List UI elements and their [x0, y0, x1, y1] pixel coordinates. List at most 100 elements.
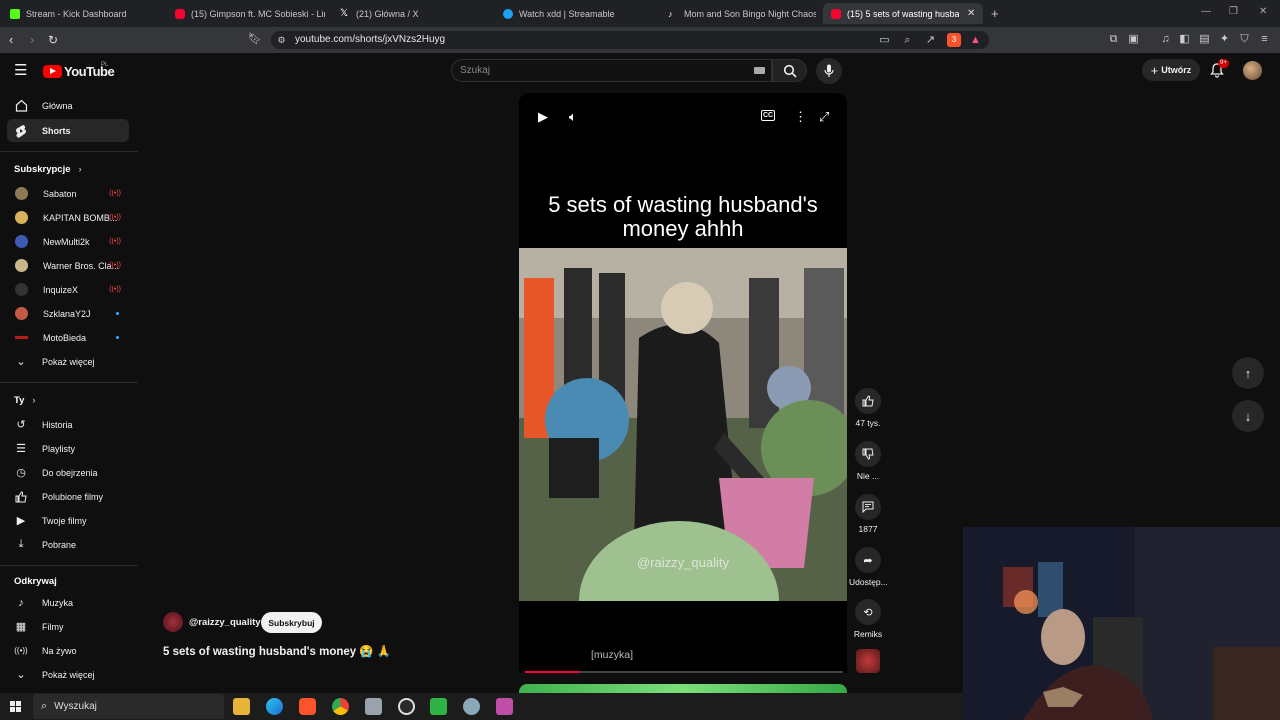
- sidebar-item-watch-later[interactable]: ◷ Do obejrzenia: [7, 461, 129, 484]
- search-input[interactable]: [460, 65, 740, 76]
- sidebar-item-subscription[interactable]: MotoBieda: [7, 326, 129, 349]
- file-explorer-icon[interactable]: [233, 698, 250, 715]
- previous-short-button[interactable]: ↑: [1232, 357, 1264, 389]
- app-icon[interactable]: [365, 698, 382, 715]
- rewards-icon[interactable]: ▲: [969, 34, 982, 47]
- volume-icon[interactable]: 🔈︎: [569, 109, 577, 125]
- subscribe-button[interactable]: Subskrybuj: [261, 612, 322, 633]
- voice-search-button[interactable]: [816, 58, 842, 84]
- share-page-icon[interactable]: ↗: [924, 34, 937, 47]
- tab-search-icon[interactable]: ▣: [1127, 33, 1140, 46]
- site-info-icon[interactable]: ⚙: [275, 34, 288, 47]
- progress-bar[interactable]: [525, 671, 843, 673]
- back-icon[interactable]: ‹: [9, 32, 13, 48]
- browser-tab[interactable]: (15) Gimpson ft. MC Sobieski - Liryc...: [175, 3, 325, 24]
- sidebar-show-more[interactable]: ⌄ Pokaż więcej: [7, 350, 129, 373]
- sidebar-item-downloads[interactable]: ⤓ Pobrane: [7, 533, 129, 556]
- menu-icon[interactable]: ≡: [1258, 33, 1271, 46]
- account-avatar[interactable]: [1243, 61, 1262, 80]
- app-icon[interactable]: [496, 698, 513, 715]
- restore-icon[interactable]: ❐: [1229, 6, 1238, 17]
- close-tab-icon[interactable]: ✕: [967, 8, 975, 19]
- share-button[interactable]: ➦ Udostęp...: [849, 547, 888, 587]
- extensions-icon[interactable]: ⧉: [1107, 33, 1120, 46]
- fullscreen-icon[interactable]: ⤢: [819, 109, 829, 125]
- sidebar-item-subscription[interactable]: InquizeX ((•)): [7, 278, 129, 301]
- shorts-player[interactable]: ▶ 🔈︎ CC ⋮ ⤢ 5 sets of wasting husband's …: [519, 93, 847, 673]
- app-icon[interactable]: [430, 698, 447, 715]
- browser-tab[interactable]: 𝕏 (21) Główna / X: [340, 3, 490, 24]
- next-short-preview[interactable]: [519, 684, 847, 693]
- notifications-button[interactable]: 9+: [1209, 59, 1229, 80]
- sidebar-item-subscription[interactable]: Warner Bros. Cla... ((•)): [7, 254, 129, 277]
- you-header[interactable]: Ty ›: [14, 395, 36, 406]
- new-tab-button[interactable]: +: [991, 3, 1003, 24]
- sidebar-item-history[interactable]: ↺ Historia: [7, 413, 129, 436]
- dislike-button[interactable]: Nie ...: [849, 441, 887, 481]
- wallet-icon[interactable]: ▤: [1198, 33, 1211, 46]
- video-title[interactable]: 5 sets of wasting husband's money 😭 🙏: [163, 644, 391, 658]
- sidebar-toggle-icon[interactable]: ◧: [1178, 33, 1191, 46]
- sound-thumbnail[interactable]: [856, 649, 880, 673]
- reload-icon[interactable]: ↻: [48, 32, 58, 48]
- chevron-right-icon: ›: [32, 395, 36, 406]
- forward-icon[interactable]: ›: [30, 32, 34, 48]
- leo-icon[interactable]: ✦: [1218, 33, 1231, 46]
- sidebar-item-label: Playlisty: [42, 443, 76, 454]
- app-icon[interactable]: [463, 698, 480, 715]
- subscriptions-header[interactable]: Subskrypcje ›: [14, 164, 82, 175]
- sidebar-item-shorts[interactable]: Shorts: [7, 119, 129, 142]
- bookmark-icon[interactable]: 🔖︎: [248, 33, 262, 46]
- keyboard-icon[interactable]: [754, 67, 765, 74]
- sidebar-item-music[interactable]: ♪ Muzyka: [7, 591, 129, 614]
- taskbar-search[interactable]: ⌕ Wyszukaj: [33, 694, 224, 719]
- sidebar-item-home[interactable]: Główna: [7, 94, 129, 117]
- sidebar-item-subscription[interactable]: KAPITAN BOMB... ((•)): [7, 206, 129, 229]
- remix-label: Remiks: [853, 629, 883, 639]
- media-icon[interactable]: ♫: [1159, 33, 1172, 46]
- obs-icon[interactable]: [398, 698, 415, 715]
- sidebar-item-subscription[interactable]: NewMulti2k ((•)): [7, 230, 129, 253]
- cast-icon[interactable]: ▭: [878, 34, 891, 47]
- sidebar-item-subscription[interactable]: Sabaton ((•)): [7, 182, 129, 205]
- browser-tab-active[interactable]: (15) 5 sets of wasting husband's... ✕: [823, 3, 983, 24]
- sidebar-item-subscription[interactable]: SzklanaY2J: [7, 302, 129, 325]
- windows-start-icon[interactable]: [10, 701, 21, 712]
- sidebar-item-live[interactable]: ((•)) Na żywo: [7, 639, 129, 662]
- sidebar-item-your-videos[interactable]: ▶︎ Twoje filmy: [7, 509, 129, 532]
- sidebar-item-movies[interactable]: ▦ Filmy: [7, 615, 129, 638]
- create-button[interactable]: + Utwórz: [1142, 59, 1200, 81]
- webcam-scene: [963, 527, 1280, 720]
- like-button[interactable]: 47 tys.: [849, 388, 887, 428]
- notification-badge: 9+: [1218, 59, 1229, 68]
- brave-shields-icon[interactable]: 3: [947, 33, 961, 47]
- comments-button[interactable]: 1877: [849, 494, 887, 534]
- vpn-icon[interactable]: ⛉: [1238, 33, 1251, 46]
- search-button[interactable]: [772, 59, 807, 82]
- browser-tab[interactable]: Watch xdd | Streamable: [503, 3, 653, 24]
- sidebar-item-liked[interactable]: Polubione filmy: [7, 485, 129, 508]
- edge-icon[interactable]: [266, 698, 283, 715]
- browser-tab[interactable]: ♪ Mom and Son Bingo Night Chaos! N...: [668, 3, 816, 24]
- minimize-icon[interactable]: —: [1201, 6, 1211, 17]
- next-short-button[interactable]: ↓: [1232, 400, 1264, 432]
- brave-icon[interactable]: [299, 698, 316, 715]
- channel-name[interactable]: @raizzy_quality: [189, 617, 261, 628]
- sidebar-show-more[interactable]: ⌄ Pokaż więcej: [7, 663, 129, 686]
- youtube-icon: [831, 8, 841, 19]
- remix-button[interactable]: ⟲ Remiks: [849, 599, 887, 639]
- browser-tab[interactable]: Stream - Kick Dashboard: [10, 3, 160, 24]
- hamburger-menu-icon[interactable]: ☰: [14, 63, 27, 78]
- chrome-icon[interactable]: [332, 698, 349, 715]
- more-options-icon[interactable]: ⋮: [794, 109, 807, 125]
- window-close-icon[interactable]: ✕: [1259, 6, 1267, 17]
- youtube-logo-icon[interactable]: [43, 65, 62, 78]
- play-icon[interactable]: ▶: [538, 109, 548, 125]
- captions-icon[interactable]: CC: [761, 110, 776, 121]
- zoom-icon[interactable]: ⌕: [901, 34, 914, 47]
- sidebar-item-playlists[interactable]: ☰ Playlisty: [7, 437, 129, 460]
- video-frame[interactable]: [519, 248, 847, 601]
- channel-avatar[interactable]: [163, 612, 183, 632]
- tab-title: Mom and Son Bingo Night Chaos! N...: [684, 8, 816, 19]
- address-bar[interactable]: ⚙ youtube.com/shorts/jxVNzs2Huyg ▭ ⌕ ↗ 3…: [271, 31, 989, 49]
